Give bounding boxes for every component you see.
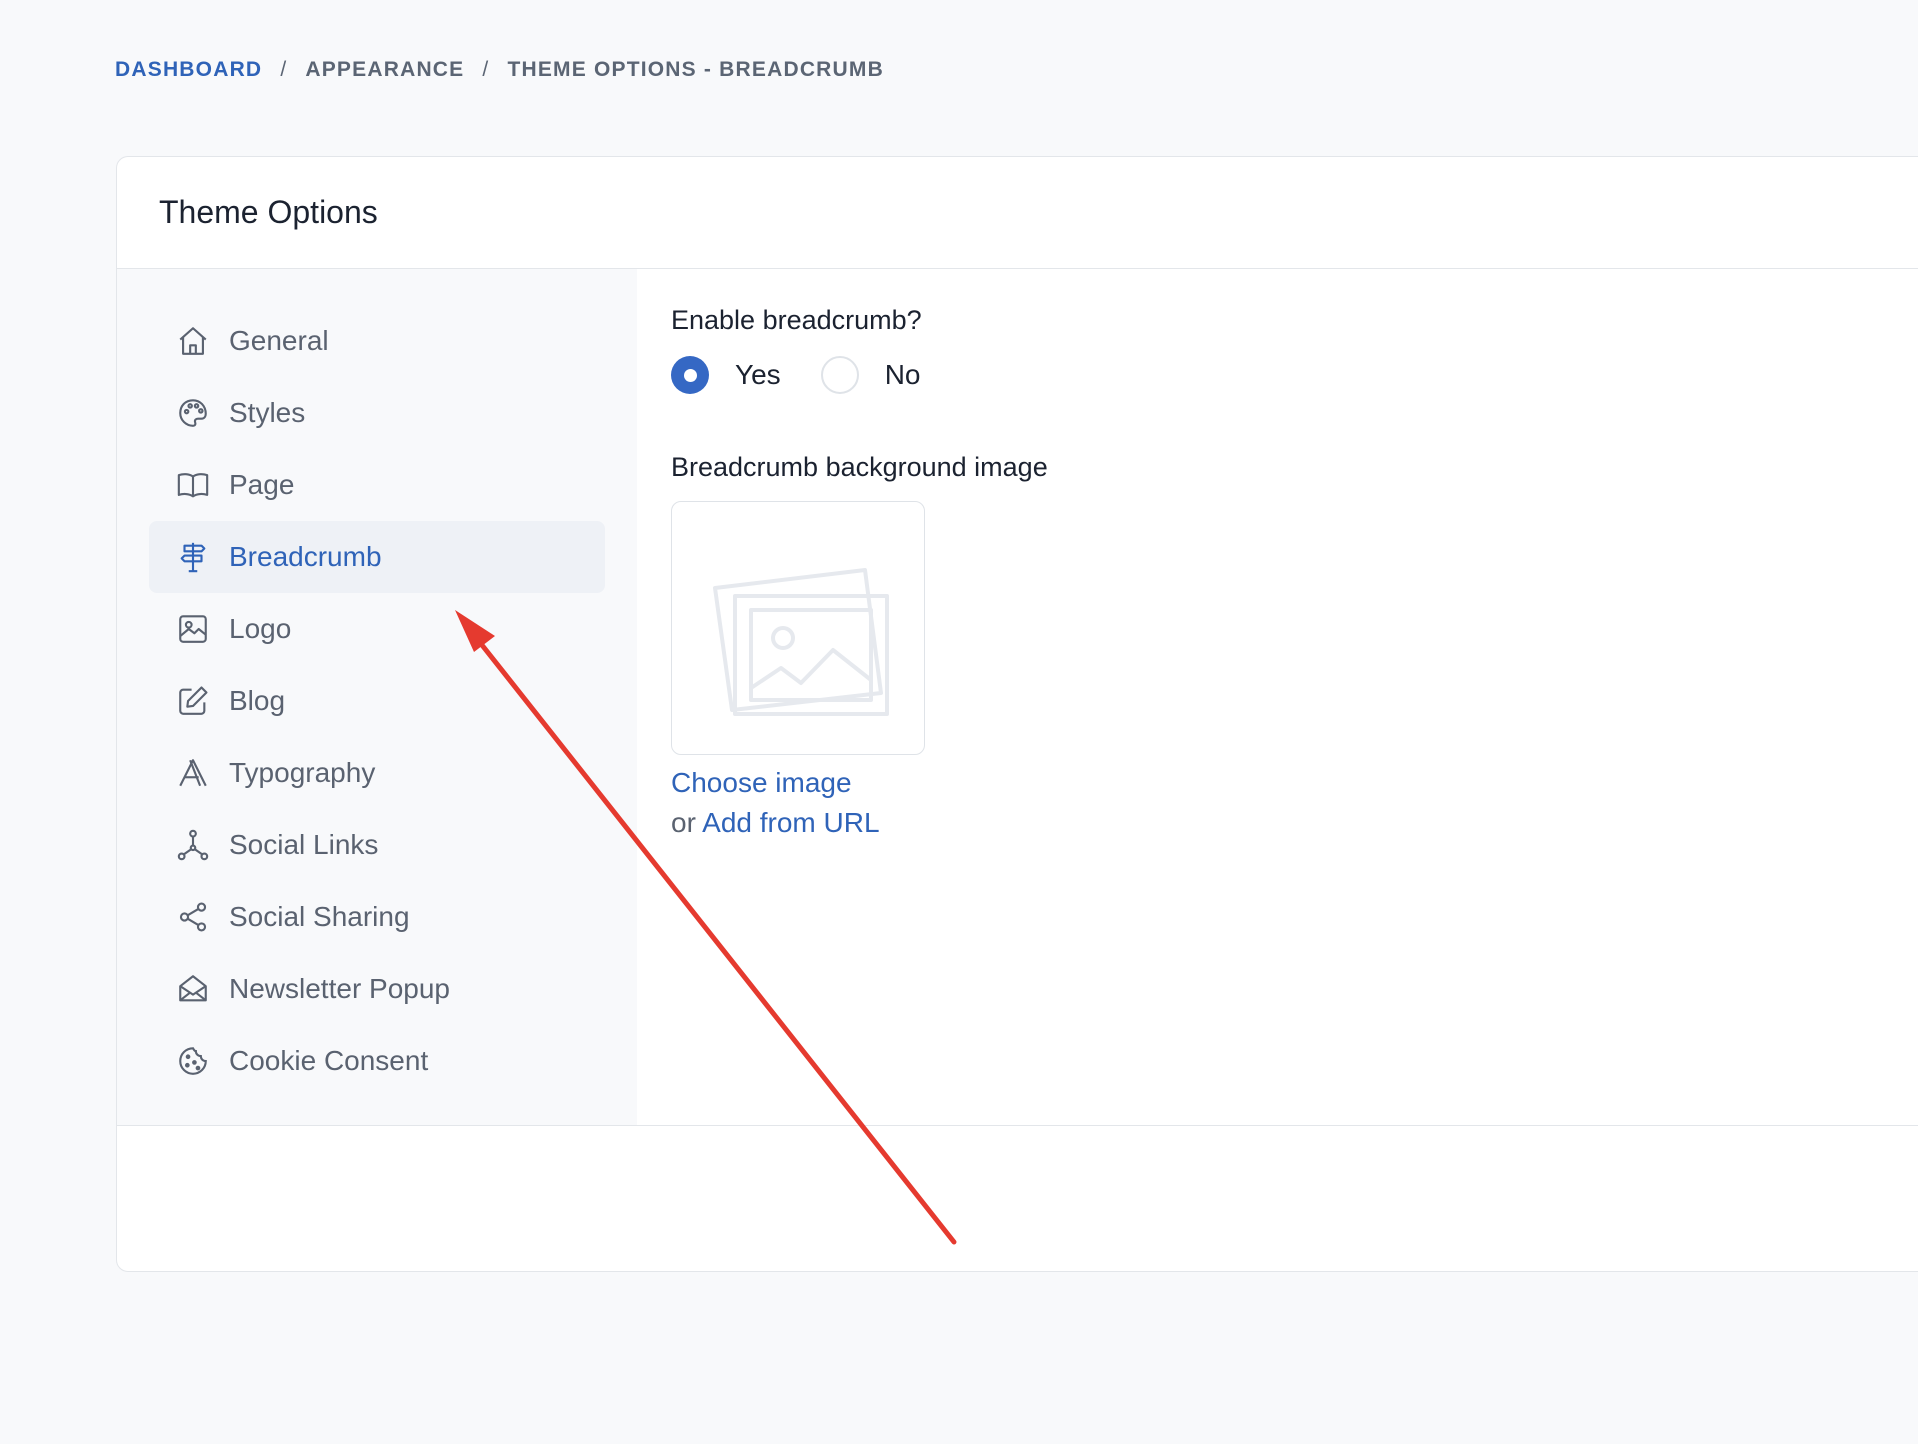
radio-yes[interactable] (671, 356, 709, 394)
sidebar-item-label: Cookie Consent (229, 1045, 429, 1076)
sidebar-item-logo[interactable]: Logo (149, 593, 605, 665)
sidebar-item-typography[interactable]: Typography (149, 737, 605, 809)
palette-icon (175, 395, 211, 431)
options-sidebar: General Styles Page Breadcrumb Logo Blog… (117, 269, 637, 1125)
sidebar-item-page[interactable]: Page (149, 449, 605, 521)
enable-breadcrumb-label: Enable breadcrumb? (671, 305, 922, 335)
home-icon (175, 323, 211, 359)
sidebar-item-social-links[interactable]: Social Links (149, 809, 605, 881)
breadcrumb-dashboard-link[interactable]: DASHBOARD (115, 58, 262, 82)
sidebar-item-label: Typography (229, 757, 376, 788)
breadcrumb-appearance: APPEARANCE (305, 58, 465, 81)
cookie-icon (175, 1043, 211, 1079)
page-title: Theme Options (159, 194, 378, 230)
sidebar-item-social-sharing[interactable]: Social Sharing (149, 881, 605, 953)
sidebar-item-label: Breadcrumb (229, 541, 382, 572)
or-text: or (671, 807, 696, 838)
network-icon (175, 827, 211, 863)
sidebar-item-label: Newsletter Popup (229, 973, 451, 1004)
sidebar-item-general[interactable]: General (149, 305, 605, 377)
image-placeholder-icon (713, 568, 889, 716)
sidebar-item-breadcrumb[interactable]: Breadcrumb (149, 521, 605, 593)
image-icon (175, 611, 211, 647)
share-icon (175, 899, 211, 935)
card-body: General Styles Page Breadcrumb Logo Blog… (117, 269, 1918, 1126)
radio-no[interactable] (820, 356, 859, 394)
breadcrumb-separator: / (280, 58, 288, 81)
edit-icon (175, 683, 211, 719)
breadcrumb-separator: / (482, 58, 490, 81)
breadcrumb: DASHBOARD / APPEARANCE / THEME OPTIONS -… (115, 58, 884, 82)
radio-yes-label[interactable]: Yes (735, 359, 781, 391)
sidebar-item-cookie-consent[interactable]: Cookie Consent (149, 1025, 605, 1097)
sidebar-item-blog[interactable]: Blog (149, 665, 605, 737)
image-preview-placeholder[interactable] (671, 501, 925, 755)
radio-no-label[interactable]: No (885, 359, 921, 391)
breadcrumb-settings-panel: Enable breadcrumb? Yes No Breadcrumb bac… (637, 269, 1918, 1125)
signpost-icon (175, 539, 211, 575)
choose-image-link[interactable]: Choose image (671, 767, 852, 798)
typography-icon (175, 755, 211, 791)
sidebar-item-label: Blog (229, 685, 286, 716)
card-header: Theme Options (117, 157, 1918, 269)
sidebar-item-label: General (229, 325, 329, 356)
sidebar-item-label: Social Links (229, 829, 379, 860)
book-icon (175, 467, 211, 503)
sidebar-item-styles[interactable]: Styles (149, 377, 605, 449)
background-image-label: Breadcrumb background image (671, 452, 1048, 482)
theme-options-card: Theme Options General Styles Page Breadc… (116, 156, 1918, 1272)
sidebar-item-label: Styles (229, 397, 306, 428)
add-from-url-link[interactable]: Add from URL (702, 807, 879, 838)
mail-open-icon (175, 971, 211, 1007)
sidebar-item-newsletter-popup[interactable]: Newsletter Popup (149, 953, 605, 1025)
sidebar-item-label: Social Sharing (229, 901, 410, 932)
enable-breadcrumb-radio-group: Yes No (671, 356, 1918, 394)
breadcrumb-current: THEME OPTIONS - BREADCRUMB (507, 58, 884, 81)
sidebar-item-label: Page (229, 469, 295, 500)
sidebar-item-label: Logo (229, 613, 292, 644)
